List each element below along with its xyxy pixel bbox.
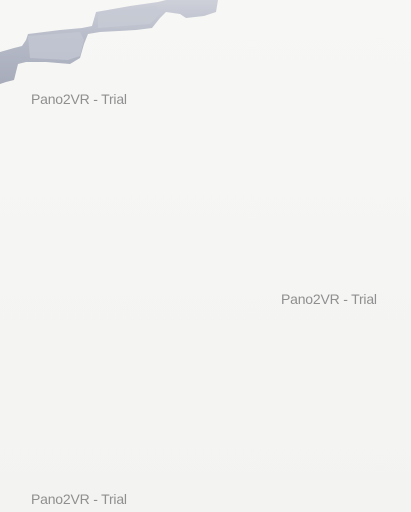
panorama-viewer[interactable]: Pano2VR - Trial Pano2VR - Trial Pano2VR … xyxy=(0,0,411,512)
trial-watermark: Pano2VR - Trial xyxy=(281,291,377,307)
trial-watermark: Pano2VR - Trial xyxy=(31,91,127,107)
trial-watermark: Pano2VR - Trial xyxy=(31,491,127,507)
panorama-image-fragment xyxy=(0,0,218,84)
